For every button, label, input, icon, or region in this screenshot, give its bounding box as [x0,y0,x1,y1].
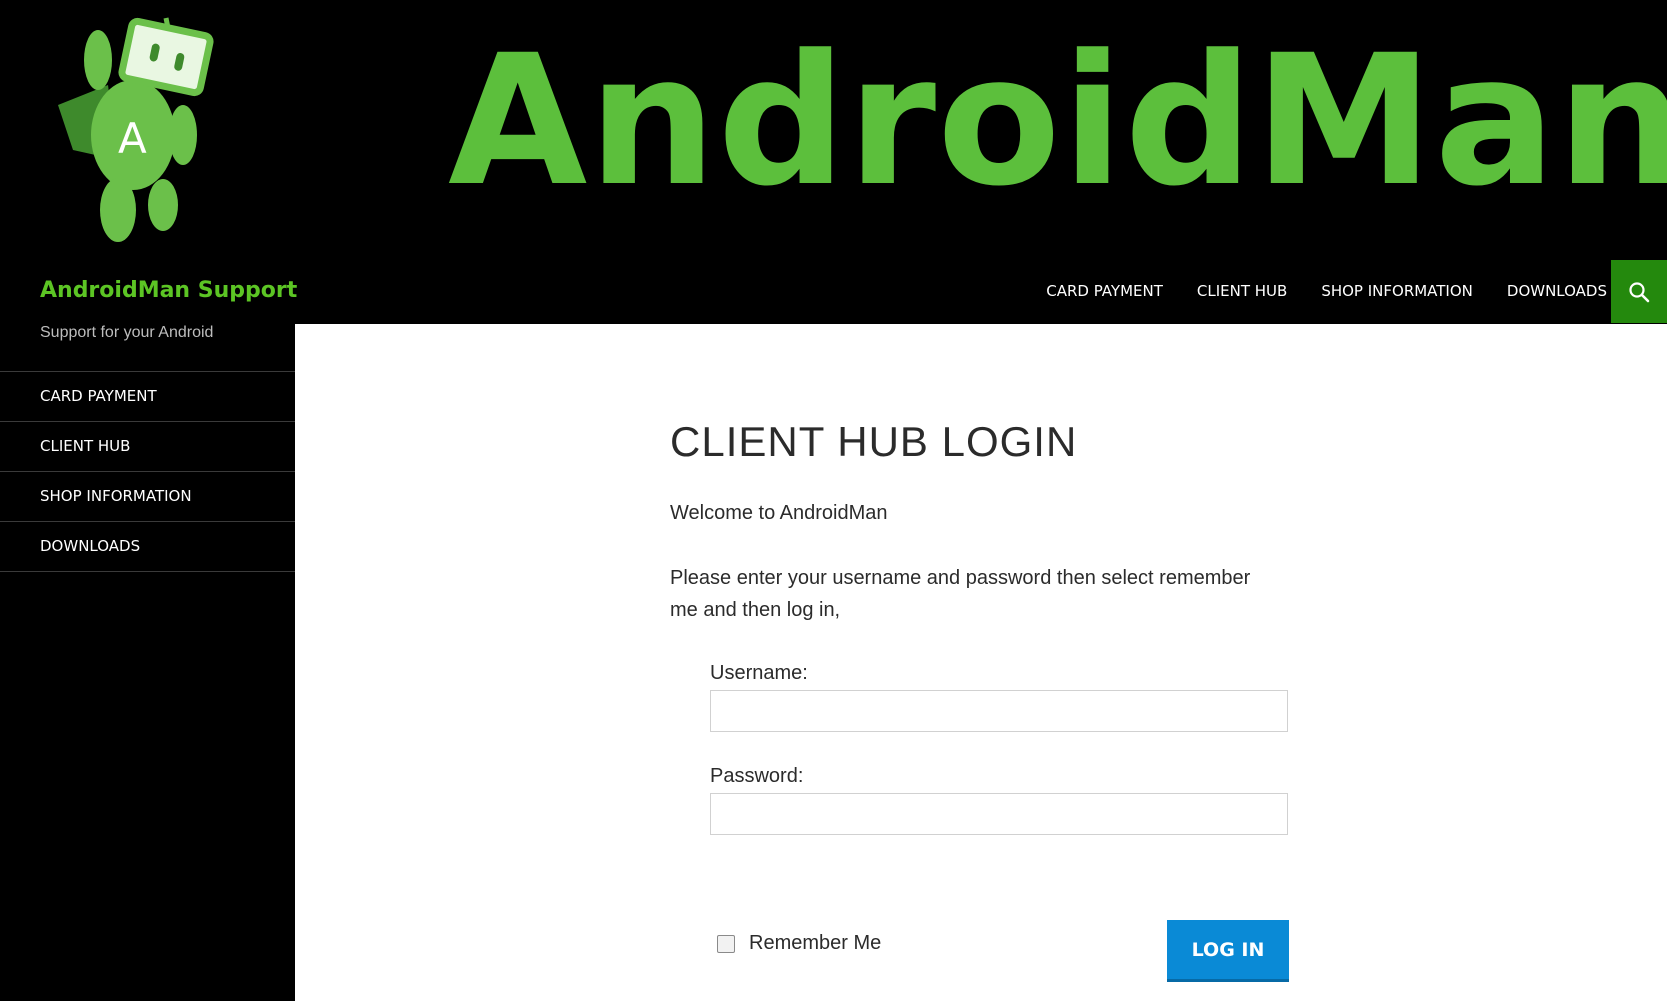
primary-nav: CARD PAYMENT CLIENT HUB SHOP INFORMATION… [1012,260,1607,322]
password-field[interactable] [710,793,1288,835]
welcome-text: Welcome to AndroidMan [670,502,888,524]
remember-me-label: Remember Me [749,932,882,954]
nav-client-hub[interactable]: CLIENT HUB [1197,282,1287,300]
remember-me[interactable]: Remember Me [717,932,881,955]
nav-card-payment[interactable]: CARD PAYMENT [1046,282,1163,300]
password-label: Password: [710,765,804,787]
sidebar-item-downloads[interactable]: DOWNLOADS [0,522,295,572]
username-label: Username: [710,662,808,684]
androidman-logo: A [58,17,214,242]
login-button[interactable]: LOG IN [1167,920,1289,982]
nav-shop-information[interactable]: SHOP INFORMATION [1321,282,1473,300]
main-content: CLIENT HUB LOGIN Welcome to AndroidMan P… [295,324,1667,1001]
site-title[interactable]: AndroidMan Support [40,278,297,303]
header-banner: A AndroidMan [0,0,1667,258]
sidebar-item-client-hub[interactable]: CLIENT HUB [0,422,295,472]
search-button[interactable] [1611,260,1667,323]
search-icon [1629,281,1650,302]
sidebar-menu: CARD PAYMENT CLIENT HUB SHOP INFORMATION… [0,371,295,572]
page-title: CLIENT HUB LOGIN [670,418,1078,465]
username-field[interactable] [710,690,1288,732]
remember-me-checkbox[interactable] [717,934,735,953]
nav-downloads[interactable]: DOWNLOADS [1507,282,1607,300]
sidebar-item-shop-information[interactable]: SHOP INFORMATION [0,472,295,522]
site-description: Support for your Android [40,324,214,341]
svg-text:A: A [118,114,147,163]
site-wordmark: AndroidMan [448,17,1667,226]
sidebar-item-card-payment[interactable]: CARD PAYMENT [0,372,295,422]
login-instructions: Please enter your username and password … [670,567,1251,621]
